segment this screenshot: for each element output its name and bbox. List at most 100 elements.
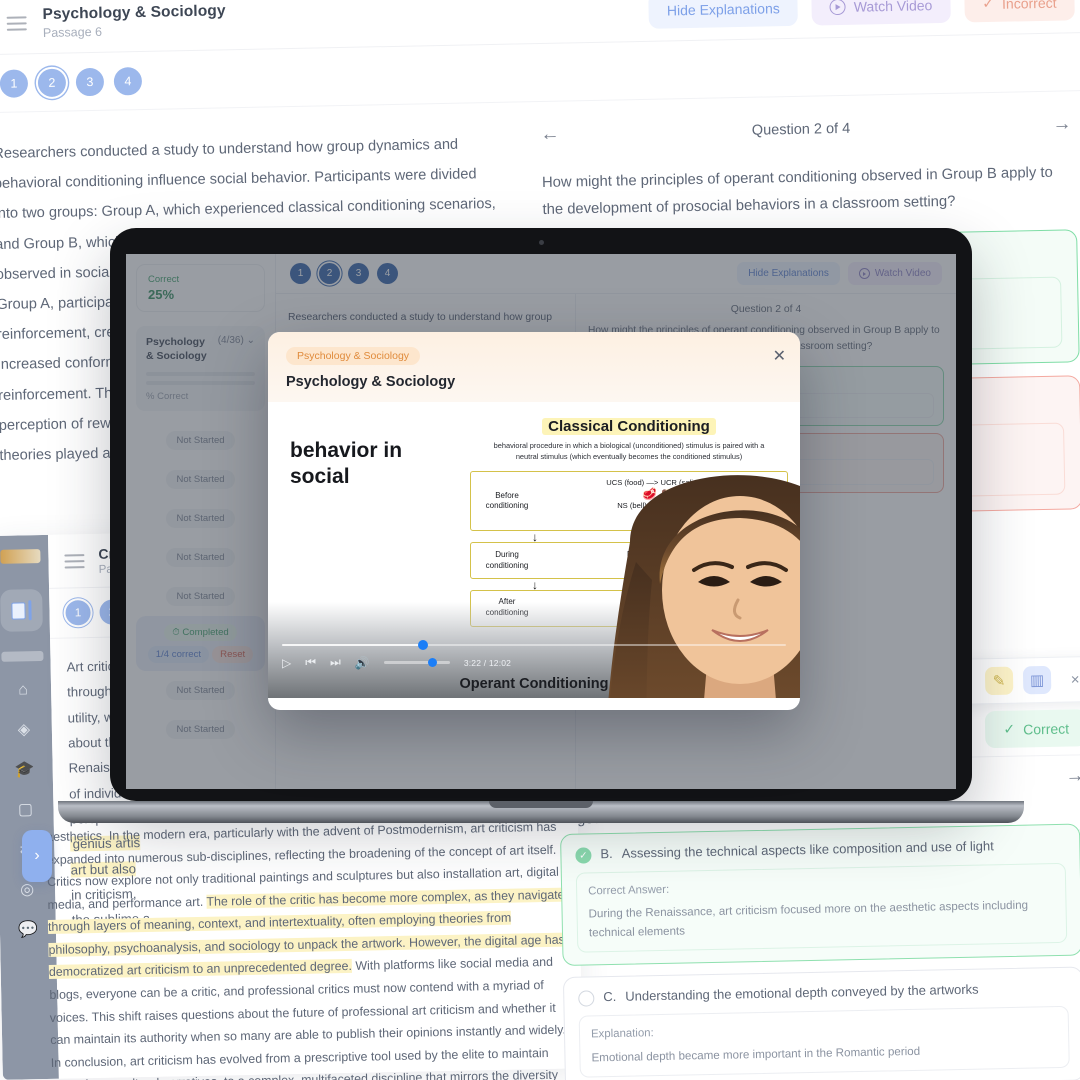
skip-forward-icon[interactable]: ⏭ [330,655,341,670]
progress-bar-2 [146,381,255,386]
bottom-option-head: C. Understanding the emotional depth con… [578,980,1068,1008]
correct-label: Correct [148,274,180,285]
bottom-option-c[interactable]: C. Understanding the emotional depth con… [562,966,1080,1080]
highlighter-icon[interactable]: ✎ [984,666,1014,696]
stage-label: During conditioning [485,549,529,570]
question-nav-row: ← Question 2 of 4 → [537,101,1076,158]
subject-group-card[interactable]: Psychology & Sociology (4/36) ⌄ % Correc… [136,326,265,412]
status-row[interactable]: Not Started [136,499,265,538]
question-dot-1[interactable]: 1 [290,263,311,284]
video-player[interactable]: behavior in social Classical Conditionin… [268,402,800,698]
question-dot-2[interactable]: 2 [319,263,340,284]
laptop-notch [489,801,593,808]
tag-icon[interactable]: ◈ [18,719,31,739]
question-counter: Question 2 of 4 [751,120,851,139]
bottom-option-text: Understanding the emotional depth convey… [625,981,979,1005]
bottom-option-explanation: Explanation: Emotional depth became more… [578,1006,1070,1078]
status-row[interactable]: Not Started [136,671,265,710]
reset-button[interactable]: Reset [212,646,254,664]
subject-group-count: (4/36) ⌄ [217,335,255,346]
watch-video-button[interactable]: Watch Video [811,0,951,26]
status-badge-correct: ✓ Correct [985,709,1080,749]
screenshot-stage: Psychology & Sociology Passage 6 Hide Ex… [0,0,1080,1080]
sidebar-toggle-button[interactable]: › [22,830,52,882]
home-icon[interactable]: ⌂ [18,681,28,699]
bottom-passage: aesthetics. In the modern era, particula… [46,816,575,1080]
status-row[interactable]: Not Started [136,710,265,749]
check-icon: ✓ [1003,720,1016,737]
laptop-base [58,801,1024,823]
active-passage-item[interactable]: ⏱ Completed 1/4 correct Reset [136,616,265,672]
volume-knob[interactable] [428,657,438,667]
watch-video-button[interactable]: Watch Video [847,262,942,285]
subject-group-name: Psychology & Sociology [146,336,207,363]
bottom-option-b[interactable]: B. Assessing the technical aspects like … [560,823,1080,967]
close-icon[interactable]: ✕ [773,346,786,366]
video-progress-fill [282,643,424,646]
correct-value: 25% [148,287,175,302]
target-icon[interactable]: ◎ [20,879,34,899]
volume-icon[interactable]: 🔊 [355,656,370,670]
play-circle-icon [829,0,846,15]
question-dot-4[interactable]: 4 [377,263,398,284]
question-dot-1[interactable]: 1 [0,68,29,98]
skip-back-icon[interactable]: ⏮ [305,655,316,670]
close-icon[interactable]: × [1061,665,1080,694]
status-row[interactable]: Not Started [136,538,265,577]
hamburger-menu-icon[interactable] [64,553,85,569]
laptop-sidebar: Correct 25% Psychology & Sociology (4/36… [126,254,276,789]
laptop-topbar: 1 2 3 4 Hide Explanations Watch Video [276,254,956,294]
question-dot-3[interactable]: 3 [348,263,369,284]
topbar-actions: Hide Explanations Watch Video ✓ Incorrec… [648,0,1075,29]
completed-badge: ⏱ Completed [164,624,237,642]
bottom-answer-options: B. Assessing the technical aspects like … [560,823,1080,1080]
explanation-text: During the Renaissance, art criticism fo… [588,898,1029,940]
hamburger-menu-icon[interactable] [6,15,27,31]
question-dot-3[interactable]: 3 [75,67,105,96]
status-badge: ✓ Incorrect [963,0,1075,23]
subject-tag: Psychology & Sociology [286,347,421,365]
explanation-label: Explanation: [590,1027,654,1041]
question-dot-1[interactable]: 1 [65,600,91,626]
video-modal-header: Psychology & Sociology Psychology & Soci… [268,332,800,402]
page-title: Psychology & Sociology [42,1,226,23]
laptop-topbar-actions: Hide Explanations Watch Video [737,262,942,285]
check-icon: ✓ [982,0,995,12]
chevron-down-icon: ⌄ [246,335,255,346]
percent-correct-label: % Correct [146,391,189,403]
arrow-right-icon[interactable]: → [1049,113,1075,136]
volume-slider[interactable] [383,657,450,667]
video-control-row: ▷ ⏮ ⏭ 🔊 3:22 / 12:02 [282,655,786,670]
question-dot-2[interactable]: 2 [37,68,67,97]
video-modal: Psychology & Sociology Psychology & Soci… [268,332,800,710]
book-icon[interactable]: ▢ [18,799,34,819]
hide-explanations-button[interactable]: Hide Explanations [737,262,840,285]
video-modal-title: Psychology & Sociology [286,374,456,390]
bottom-option-head: B. Assessing the technical aspects like … [575,837,1065,864]
bottom-option-letter: B. [600,845,613,862]
hide-explanations-button[interactable]: Hide Explanations [648,0,799,29]
app-logo [0,549,41,564]
status-row[interactable]: Not Started [136,421,265,460]
bottom-option-text: Assessing the technical aspects like com… [621,838,994,861]
subject-group-top: Psychology & Sociology (4/36) ⌄ [146,335,255,363]
play-icon[interactable]: ▷ [282,656,291,670]
page-subtitle: Passage 6 [42,24,103,40]
status-badge-label: Incorrect [1001,0,1057,12]
video-progress-knob[interactable] [418,639,429,650]
status-row[interactable]: Not Started [136,577,265,616]
chat-bubble-icon[interactable]: 💬 [18,919,38,939]
question-dot-4[interactable]: 4 [113,66,143,96]
score-badge: 1/4 correct [147,646,210,664]
status-row[interactable]: Not Started [136,460,265,499]
video-progress-bar[interactable] [282,639,786,650]
graduation-cap-icon[interactable]: 🎓 [15,759,35,779]
page-title-block: Psychology & Sociology Passage 6 [42,2,226,40]
explanation-label: Correct Answer: [588,883,670,898]
watch-video-label: Watch Video [853,0,933,15]
document-icon[interactable] [0,589,43,632]
explanation-text: Emotional depth became more important in… [591,1044,921,1065]
stage-label: Before conditioning [485,490,529,511]
arrow-right-icon[interactable]: → [1062,765,1080,788]
book-open-icon[interactable]: ▥ [1022,665,1052,695]
